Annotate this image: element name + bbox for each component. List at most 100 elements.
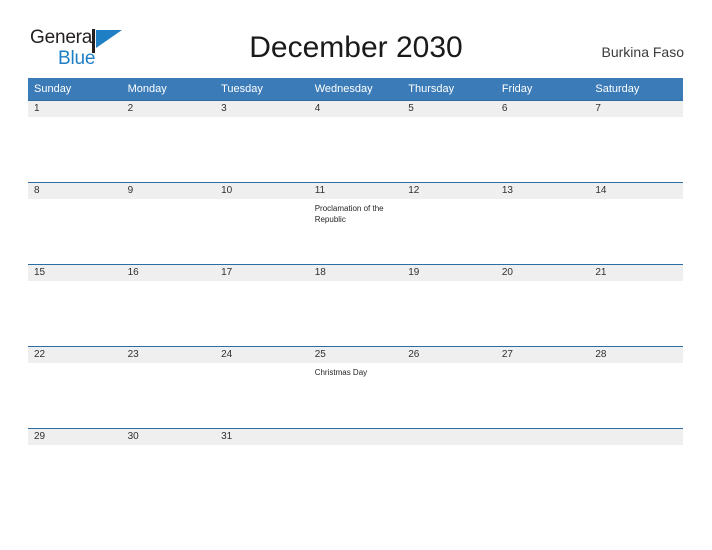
calendar-day-cell[interactable]: 25 Christmas Day — [308, 346, 403, 429]
day-number: 22 — [28, 347, 122, 363]
day-number: 23 — [121, 347, 216, 363]
day-cell-inner: 12 — [402, 183, 496, 264]
day-cell-inner: 3 — [215, 101, 309, 182]
day-cell-inner: 24 — [215, 347, 309, 428]
day-number: 28 — [589, 347, 683, 363]
day-number: 11 — [308, 183, 403, 199]
calendar-week-row: 8 9 10 11 Proclamation of the Republic 12 13 14 — [28, 182, 683, 265]
calendar-day-cell[interactable]: 4 — [308, 100, 403, 183]
calendar-day-cell[interactable]: 14 — [589, 182, 683, 265]
calendar-day-cell[interactable]: 2 — [121, 100, 216, 183]
country-label: Burkina Faso — [601, 44, 684, 60]
calendar-day-cell[interactable]: 31 — [215, 428, 309, 510]
day-cell-inner: 13 — [495, 183, 590, 264]
day-number: 1 — [28, 101, 122, 117]
day-number: 7 — [589, 101, 683, 117]
calendar-empty-cell — [308, 428, 403, 510]
calendar-day-cell[interactable]: 9 — [121, 182, 216, 265]
weekday-header-thursday: Thursday — [402, 78, 496, 101]
day-number: 30 — [121, 429, 216, 445]
day-cell-inner: 23 — [121, 347, 216, 428]
day-number-placeholder — [589, 429, 683, 445]
calendar-day-cell[interactable]: 15 — [28, 264, 122, 347]
day-number: 4 — [308, 101, 403, 117]
calendar-day-cell[interactable]: 24 — [215, 346, 309, 429]
calendar-day-cell[interactable]: 1 — [28, 100, 122, 183]
day-cell-inner: 25 Christmas Day — [308, 347, 403, 428]
calendar-day-cell[interactable]: 16 — [121, 264, 216, 347]
calendar-day-cell[interactable]: 11 Proclamation of the Republic — [308, 182, 403, 265]
page-header: General Blue December 2030 Burkina Faso — [0, 0, 712, 68]
day-cell-inner: 16 — [121, 265, 216, 346]
calendar-day-cell[interactable]: 3 — [215, 100, 309, 183]
calendar-day-cell[interactable]: 7 — [589, 100, 683, 183]
day-cell-inner: 20 — [495, 265, 590, 346]
calendar-day-cell[interactable]: 22 — [28, 346, 122, 429]
weekday-header-tuesday: Tuesday — [215, 78, 309, 101]
day-number: 17 — [215, 265, 309, 281]
day-cell-inner: 18 — [308, 265, 403, 346]
calendar-day-cell[interactable]: 30 — [121, 428, 216, 510]
calendar-week-row: 29 30 31 — [28, 428, 683, 510]
day-cell-inner: 10 — [215, 183, 309, 264]
calendar-week-row: 15 16 17 18 19 20 21 — [28, 264, 683, 347]
day-number: 12 — [402, 183, 496, 199]
day-number: 27 — [495, 347, 590, 363]
day-number: 2 — [121, 101, 216, 117]
calendar-body: 1 2 3 4 5 6 7 8 9 10 11 Proclamation of the Republi… — [28, 100, 683, 510]
day-number: 24 — [215, 347, 309, 363]
weekday-header-monday: Monday — [121, 78, 216, 101]
calendar-day-cell[interactable]: 20 — [495, 264, 590, 347]
calendar-day-cell[interactable]: 19 — [402, 264, 496, 347]
calendar-empty-cell — [495, 428, 590, 510]
day-number: 10 — [215, 183, 309, 199]
calendar-day-cell[interactable]: 5 — [402, 100, 496, 183]
calendar-day-cell[interactable]: 8 — [28, 182, 122, 265]
day-cell-inner: 2 — [121, 101, 216, 182]
calendar-day-cell[interactable]: 27 — [495, 346, 590, 429]
calendar-week-row: 22 23 24 25 Christmas Day 26 27 28 — [28, 346, 683, 429]
calendar-day-cell[interactable]: 26 — [402, 346, 496, 429]
day-number: 16 — [121, 265, 216, 281]
month-calendar: Sunday Monday Tuesday Wednesday Thursday… — [28, 78, 683, 510]
day-number-placeholder — [402, 429, 496, 445]
day-number: 14 — [589, 183, 683, 199]
weekday-header-sunday: Sunday — [28, 78, 122, 101]
day-cell-inner: 31 — [215, 429, 309, 457]
calendar-day-cell[interactable]: 12 — [402, 182, 496, 265]
calendar-day-cell[interactable]: 28 — [589, 346, 683, 429]
day-number: 26 — [402, 347, 496, 363]
calendar-day-cell[interactable]: 13 — [495, 182, 590, 265]
calendar-empty-cell — [589, 428, 683, 510]
calendar-day-cell[interactable]: 21 — [589, 264, 683, 347]
calendar-day-cell[interactable]: 17 — [215, 264, 309, 347]
holiday-event-label: Proclamation of the Republic — [314, 204, 384, 224]
calendar-day-cell[interactable]: 23 — [121, 346, 216, 429]
day-cell-inner: 28 — [589, 347, 683, 428]
day-number: 3 — [215, 101, 309, 117]
calendar-header-row: Sunday Monday Tuesday Wednesday Thursday… — [28, 78, 683, 101]
day-number-placeholder — [308, 429, 403, 445]
calendar-day-cell[interactable]: 18 — [308, 264, 403, 347]
day-number: 6 — [495, 101, 590, 117]
day-cell-inner: 15 — [28, 265, 122, 346]
day-cell-inner: 27 — [495, 347, 590, 428]
day-cell-inner: 1 — [28, 101, 122, 182]
day-cell-inner: 4 — [308, 101, 403, 182]
day-number: 31 — [215, 429, 309, 445]
calendar-week-row: 1234567 — [28, 100, 683, 183]
day-number: 9 — [121, 183, 216, 199]
calendar-day-cell[interactable]: 6 — [495, 100, 590, 183]
calendar-day-cell[interactable]: 29 — [28, 428, 122, 510]
calendar-empty-cell — [402, 428, 496, 510]
day-number: 20 — [495, 265, 590, 281]
day-number: 25 — [308, 347, 403, 363]
day-cell-inner: 14 — [589, 183, 683, 264]
weekday-header-wednesday: Wednesday — [308, 78, 403, 101]
day-number: 13 — [495, 183, 590, 199]
day-number: 19 — [402, 265, 496, 281]
day-cell-inner: 17 — [215, 265, 309, 346]
calendar-day-cell[interactable]: 10 — [215, 182, 309, 265]
weekday-header-saturday: Saturday — [589, 78, 683, 101]
day-cell-inner — [589, 429, 683, 457]
